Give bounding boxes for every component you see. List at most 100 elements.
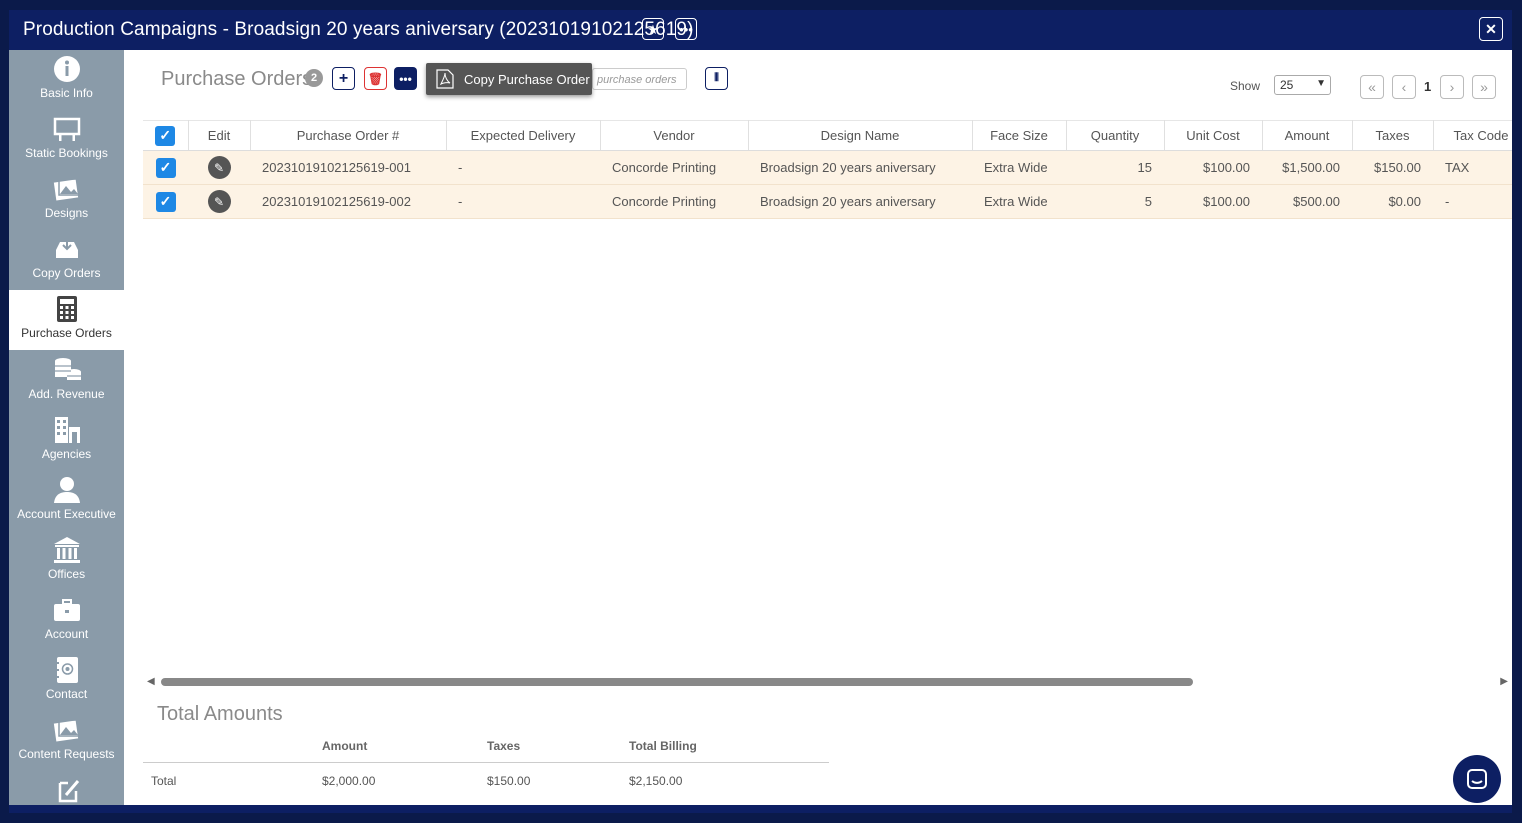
amount: $500.00 xyxy=(1293,194,1340,209)
sidebar-item-label: Copy Orders xyxy=(32,266,101,280)
plus-icon: + xyxy=(338,69,349,87)
add-purchase-order-button[interactable]: + xyxy=(332,67,355,90)
unit-cost: $100.00 xyxy=(1203,194,1250,209)
sidebar-item-copy-orders[interactable]: Copy Orders xyxy=(9,230,124,290)
totals-title: Total Amounts xyxy=(157,703,283,725)
sidebar-item-label: Static Bookings xyxy=(25,146,108,160)
quantity: 5 xyxy=(1144,194,1152,209)
sidebar-item-label: Account xyxy=(44,627,89,641)
column-header[interactable]: Quantity xyxy=(1066,120,1165,151)
sidebar-item-add-revenue[interactable]: Add. Revenue xyxy=(9,351,124,411)
trash-icon: 🗑 xyxy=(367,71,384,86)
select-all-header[interactable]: ✓ xyxy=(143,120,189,151)
tax-code: TAX xyxy=(1445,160,1470,175)
sidebar-item-more[interactable] xyxy=(9,771,124,805)
totals-divider xyxy=(143,762,829,763)
sidebar-item-label: Add. Revenue xyxy=(28,387,105,401)
coins-icon xyxy=(54,358,81,380)
taxes: $0.00 xyxy=(1388,194,1421,209)
amount: $1,500.00 xyxy=(1282,160,1340,175)
sidebar-item-label: Content Requests xyxy=(18,747,115,761)
more-icon: ••• xyxy=(399,71,412,86)
horizontal-scrollbar[interactable]: ◀ ▶ xyxy=(143,673,1512,691)
info-icon xyxy=(53,56,80,82)
chevron-right-icon: › xyxy=(1449,79,1455,95)
totals-taxes: $150.00 xyxy=(487,774,531,788)
sidebar-item-static-bookings[interactable]: Static Bookings xyxy=(9,110,124,170)
current-page: 1 xyxy=(1424,79,1432,94)
title-more-button[interactable]: ••• xyxy=(675,18,697,40)
title-bar: Production Campaigns - Broadsign 20 year… xyxy=(9,10,1512,50)
sidebar-item-content-requests[interactable]: Content Requests xyxy=(9,711,124,771)
building-icon xyxy=(54,417,80,443)
page-size-select[interactable]: 25 ▼ xyxy=(1274,75,1331,95)
column-header[interactable]: Tax Code xyxy=(1433,120,1512,151)
first-page-button[interactable]: « xyxy=(1360,75,1384,99)
column-header[interactable]: Unit Cost xyxy=(1164,120,1263,151)
sidebar-item-account[interactable]: Account xyxy=(9,591,124,651)
search-input[interactable]: purchase orders xyxy=(592,68,687,90)
column-header[interactable]: Edit xyxy=(188,120,251,151)
design-name: Broadsign 20 years aniversary xyxy=(760,160,936,175)
delete-button[interactable]: 🗑 xyxy=(364,67,387,90)
pencil-icon[interactable]: ✎ xyxy=(207,190,231,213)
page-title: Purchase Orders xyxy=(161,68,313,90)
close-button[interactable]: ✕ xyxy=(1479,17,1503,41)
sidebar-item-purchase-orders[interactable]: Purchase Orders xyxy=(9,290,124,350)
show-label: Show xyxy=(1230,79,1261,93)
row-checkbox[interactable]: ✓ xyxy=(155,191,176,212)
chevron-left-icon: ‹ xyxy=(1401,79,1407,95)
totals-amount: $2,000.00 xyxy=(322,774,376,788)
vendor: Concorde Printing xyxy=(612,160,717,175)
sidebar-item-agencies[interactable]: Agencies xyxy=(9,411,124,471)
totals-amount-header: Amount xyxy=(322,739,368,753)
column-header[interactable]: Face Size xyxy=(972,120,1067,151)
scroll-right-icon[interactable]: ▶ xyxy=(1500,676,1508,687)
table-row[interactable]: ✓ ✎ 20231019102125619-001 - Concorde Pri… xyxy=(143,150,1512,185)
totals-taxes-header: Taxes xyxy=(487,739,521,753)
scroll-left-icon[interactable]: ◀ xyxy=(147,676,155,687)
sidebar-item-label: Designs xyxy=(44,206,89,220)
favorite-button[interactable]: ★ xyxy=(642,18,664,40)
column-header[interactable]: Expected Delivery xyxy=(446,120,601,151)
totals-billing-header: Total Billing xyxy=(629,739,697,753)
expected-delivery: - xyxy=(458,160,463,175)
copy-purchase-order-tooltip[interactable]: Copy Purchase Order xyxy=(426,63,592,95)
table-row[interactable]: ✓ ✎ 20231019102125619-002 - Concorde Pri… xyxy=(143,184,1512,219)
billboard-icon xyxy=(53,117,80,141)
campaign-window: Production Campaigns - Broadsign 20 year… xyxy=(9,10,1512,813)
sidebar-item-label: Offices xyxy=(47,567,86,581)
unit-cost: $100.00 xyxy=(1203,160,1250,175)
sidebar-item-offices[interactable]: Offices xyxy=(9,531,124,591)
column-header[interactable]: Amount xyxy=(1262,120,1353,151)
column-header[interactable]: Purchase Order # xyxy=(250,120,447,151)
sidebar-item-basic-info[interactable]: Basic Info xyxy=(9,50,124,110)
sidebar-item-account-executive[interactable]: Account Executive xyxy=(9,471,124,531)
briefcase-icon xyxy=(53,599,80,621)
more-actions-button[interactable]: ••• xyxy=(394,67,417,90)
prev-page-button[interactable]: ‹ xyxy=(1392,75,1416,99)
sidebar-item-designs[interactable]: Designs xyxy=(9,170,124,230)
pencil-icon[interactable]: ✎ xyxy=(207,156,231,179)
sidebar: Basic Info Static Bookings Designs Copy … xyxy=(9,50,124,805)
bank-icon xyxy=(53,537,80,563)
columns-button[interactable]: ⦀ xyxy=(705,67,728,90)
sidebar-item-label: Basic Info xyxy=(40,86,93,100)
window-title: Production Campaigns - Broadsign 20 year… xyxy=(23,19,694,40)
column-header[interactable]: Vendor xyxy=(600,120,749,151)
chat-button[interactable] xyxy=(1453,755,1501,803)
column-header[interactable]: Design Name xyxy=(748,120,973,151)
scrollbar-thumb[interactable] xyxy=(161,678,1193,686)
page-size-value: 25 xyxy=(1280,78,1294,92)
tooltip-label: Copy Purchase Order xyxy=(464,71,590,87)
po-number: 20231019102125619-001 xyxy=(262,160,411,175)
column-header[interactable]: Taxes xyxy=(1352,120,1434,151)
table-header-row: ✓ Edit Purchase Order # Expected Deliver… xyxy=(143,120,1512,151)
select-all-checkbox[interactable]: ✓ xyxy=(155,125,176,146)
sidebar-item-contact[interactable]: Contact xyxy=(9,651,124,711)
next-page-button[interactable]: › xyxy=(1440,75,1464,99)
more-icon: ••• xyxy=(679,21,693,37)
sidebar-item-label: Contact xyxy=(45,687,88,701)
row-checkbox[interactable]: ✓ xyxy=(155,157,176,178)
last-page-button[interactable]: » xyxy=(1472,75,1496,99)
